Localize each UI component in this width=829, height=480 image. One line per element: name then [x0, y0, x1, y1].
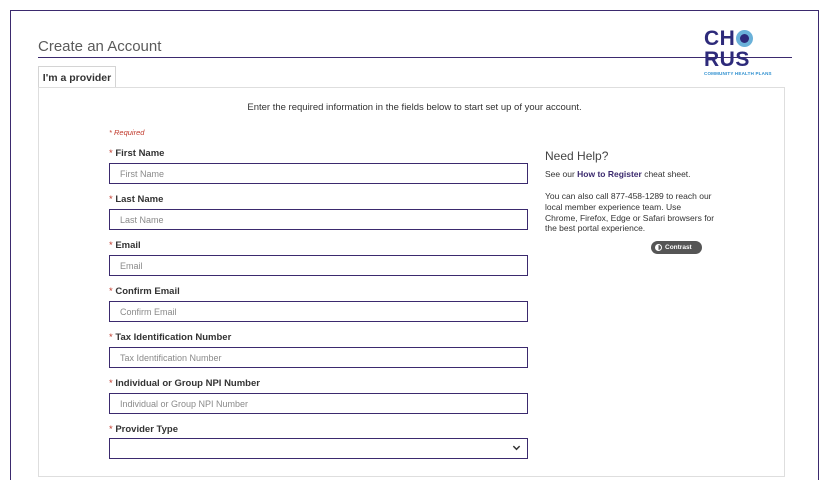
npi-number-label: * Individual or Group NPI Number [109, 378, 260, 389]
first-name-label: * First Name [109, 148, 165, 159]
help-title: Need Help? [545, 149, 609, 163]
provider-type-select[interactable] [109, 438, 528, 459]
first-name-input[interactable] [109, 163, 528, 184]
help-cheat-sheet-line: See our How to Register cheat sheet. [545, 169, 691, 179]
tax-id-input[interactable] [109, 347, 528, 368]
npi-number-input[interactable] [109, 393, 528, 414]
contrast-label: Contrast [665, 244, 692, 251]
email-input[interactable] [109, 255, 528, 276]
confirm-email-label: * Confirm Email [109, 286, 180, 297]
contrast-button[interactable]: Contrast [651, 241, 702, 254]
chorus-logo: CHRUS COMMUNITY HEALTH PLANS [704, 27, 772, 76]
tax-id-label: * Tax Identification Number [109, 332, 232, 343]
help-paragraph: You can also call 877-458-1289 to reach … [545, 191, 715, 234]
intro-text: Enter the required information in the fi… [247, 102, 582, 113]
confirm-email-input[interactable] [109, 301, 528, 322]
title-divider [38, 57, 792, 58]
last-name-input[interactable] [109, 209, 528, 230]
tab-provider[interactable]: I'm a provider [38, 66, 116, 88]
email-label: * Email [109, 240, 141, 251]
logo-globe-icon [736, 30, 754, 47]
required-note: * Required [109, 128, 145, 137]
contrast-icon [655, 243, 662, 251]
last-name-label: * Last Name [109, 194, 164, 205]
page-title: Create an Account [38, 38, 162, 55]
provider-type-label: * Provider Type [109, 424, 178, 435]
chevron-down-icon [512, 443, 521, 454]
form-panel [38, 87, 785, 477]
how-to-register-link[interactable]: How to Register [577, 169, 642, 179]
